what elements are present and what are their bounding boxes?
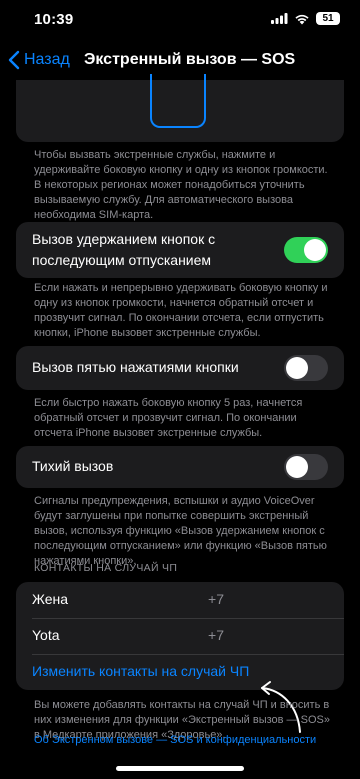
five-press-footnote: Если быстро нажать боковую кнопку 5 раз,…: [34, 397, 303, 439]
five-press-setting: Вызов пятью нажатиями кнопки: [16, 346, 344, 390]
contact-row[interactable]: Yota +7: [16, 618, 344, 654]
silent-call-setting: Тихий вызов: [16, 446, 344, 488]
status-time: 10:39: [34, 11, 74, 28]
hold-release-setting: Вызов удержанием кнопок с последующим от…: [16, 222, 344, 278]
chevron-left-icon: [8, 50, 20, 70]
back-button[interactable]: Назад: [8, 50, 70, 70]
contact-name: Yota: [32, 627, 60, 643]
illustration-card: [16, 74, 344, 142]
signal-icon: [271, 13, 288, 24]
privacy-link[interactable]: Об Экстренном вызове — SOS и конфиденциа…: [34, 734, 316, 746]
back-label: Назад: [24, 51, 70, 68]
contact-number: +7: [208, 627, 224, 643]
home-indicator: [116, 766, 244, 771]
status-icons: 51: [271, 12, 340, 25]
iphone-illustration-icon: [150, 74, 206, 128]
hold-release-toggle[interactable]: [284, 237, 328, 263]
battery-icon: 51: [316, 12, 340, 25]
page-title: Экстренный вызов — SOS: [84, 51, 296, 68]
intro-footnote: Чтобы вызвать экстренные службы, нажмите…: [34, 149, 328, 221]
silent-call-footnote: Сигналы предупреждения, вспышки и аудио …: [34, 495, 327, 567]
wifi-icon: [295, 14, 309, 24]
silent-call-label: Тихий вызов: [32, 458, 114, 474]
five-press-label: Вызов пятью нажатиями кнопки: [32, 359, 239, 375]
silent-call-toggle[interactable]: [284, 454, 328, 480]
edit-contacts-link[interactable]: Изменить контакты на случай ЧП: [32, 663, 249, 679]
hold-release-footnote: Если нажать и непрерывно удерживать боко…: [34, 282, 328, 339]
status-bar: 10:39 51: [0, 0, 360, 40]
hold-release-label: Вызов удержанием кнопок с последующим от…: [32, 231, 216, 268]
five-press-toggle[interactable]: [284, 355, 328, 381]
contact-number: +7: [208, 591, 224, 607]
contacts-section-header: КОНТАКТЫ НА СЛУЧАЙ ЧП: [34, 562, 178, 574]
contacts-card: Жена +7 Yota +7 Изменить контакты на слу…: [16, 582, 344, 690]
contact-row[interactable]: Жена +7: [16, 582, 344, 618]
contact-name: Жена: [32, 591, 69, 607]
